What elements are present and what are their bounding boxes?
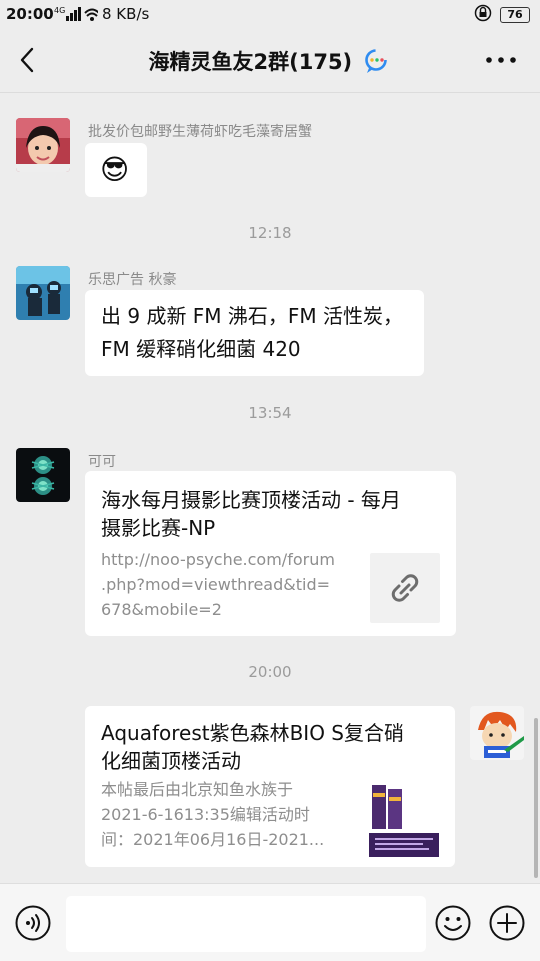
more-dots-icon — [486, 57, 516, 63]
message-timestamp: 20:00 — [248, 663, 292, 681]
link-card-description: http://noo-psyche.com/forum .php?mod=vie… — [101, 547, 366, 622]
status-bar: 20:00 4G 8 KB/s 76 — [0, 0, 540, 28]
link-desc-line: 本帖最后由北京知鱼水族于 — [101, 780, 294, 799]
input-bar — [0, 883, 540, 961]
chat-title: 海精灵鱼友2群(175) — [0, 46, 540, 79]
sender-name: 批发价包邮野生薄荷虾吃毛藻寄居蟹 — [88, 124, 312, 140]
network-type-label: 4G — [54, 6, 65, 15]
avatar-girl[interactable] — [16, 118, 70, 172]
message-text-line: 出 9 成新 FM 沸石，FM 活性炭， — [101, 304, 404, 328]
emoji-message-bubble[interactable]: 😎 — [85, 143, 147, 197]
battery-indicator: 76 — [500, 7, 530, 23]
link-title-line: 海水每月摄影比赛顶楼活动 - 每月 — [101, 488, 401, 512]
sunglasses-emoji: 😎 — [100, 153, 130, 186]
link-title-line: 化细菌顶楼活动 — [101, 749, 241, 773]
emoji-button[interactable] — [434, 904, 472, 942]
message-input[interactable] — [66, 896, 426, 952]
link-title-line: Aquaforest紫色森林BIO S复合硝 — [101, 721, 404, 745]
alarm-lock-icon — [474, 4, 492, 26]
link-card-bubble[interactable]: 海水每月摄影比赛顶楼活动 - 每月 摄影比赛-NP http://noo-psy… — [85, 471, 456, 636]
link-title-line: 摄影比赛-NP — [101, 516, 216, 540]
signal-icon: 4G — [54, 4, 100, 26]
message-timestamp: 12:18 — [248, 224, 292, 242]
voice-input-button[interactable] — [14, 904, 52, 942]
link-desc-line: http://noo-psyche.com/forum — [101, 550, 335, 569]
chat-header: 海精灵鱼友2群(175) — [0, 28, 540, 93]
group-chat-icon — [363, 48, 391, 79]
more-options-button[interactable] — [484, 48, 518, 72]
self-link-card-bubble[interactable]: Aquaforest紫色森林BIO S复合硝 化细菌顶楼活动 本帖最后由北京知鱼… — [85, 706, 455, 867]
scrollbar[interactable] — [534, 718, 538, 878]
avatar-diver[interactable] — [16, 266, 70, 320]
link-card-description: 本帖最后由北京知鱼水族于 2021-6-1613:35编辑活动时 间：2021年… — [101, 777, 371, 852]
link-desc-line: 2021-6-1613:35编辑活动时 — [101, 805, 310, 824]
emoji-face-icon — [435, 905, 471, 941]
link-desc-line: 间：2021年06月16日-2021... — [101, 830, 325, 849]
voice-icon — [15, 905, 51, 941]
link-card-title: 海水每月摄影比赛顶楼活动 - 每月 摄影比赛-NP — [101, 486, 446, 542]
message-timestamp: 13:54 — [248, 404, 292, 422]
sender-name: 可可 — [88, 454, 116, 470]
link-icon — [391, 574, 419, 602]
link-card-title: Aquaforest紫色森林BIO S复合硝 化细菌顶楼活动 — [101, 719, 446, 775]
more-functions-button[interactable] — [488, 904, 526, 942]
chat-title-text: 海精灵鱼友2群(175) — [148, 50, 353, 74]
message-text-line: FM 缓释硝化细菌 420 — [101, 337, 301, 361]
link-desc-line: 678&mobile=2 — [101, 600, 222, 619]
avatar-self-cartoon[interactable] — [470, 706, 524, 760]
link-thumbnail — [370, 553, 440, 623]
status-time: 20:00 — [6, 5, 54, 23]
avatar-jellyfish[interactable] — [16, 448, 70, 502]
plus-icon — [489, 905, 525, 941]
text-message-bubble[interactable]: 出 9 成新 FM 沸石，FM 活性炭， FM 缓释硝化细菌 420 — [85, 290, 424, 376]
message-list[interactable]: 批发价包邮野生薄荷虾吃毛藻寄居蟹 😎 12:18 乐思广告 秋豪 出 9 成新 … — [0, 93, 540, 883]
sender-name: 乐思广告 秋豪 — [88, 272, 177, 288]
network-speed: 8 KB/s — [102, 5, 150, 23]
product-thumbnail — [369, 783, 439, 857]
link-desc-line: .php?mod=viewthread&tid= — [101, 575, 331, 594]
